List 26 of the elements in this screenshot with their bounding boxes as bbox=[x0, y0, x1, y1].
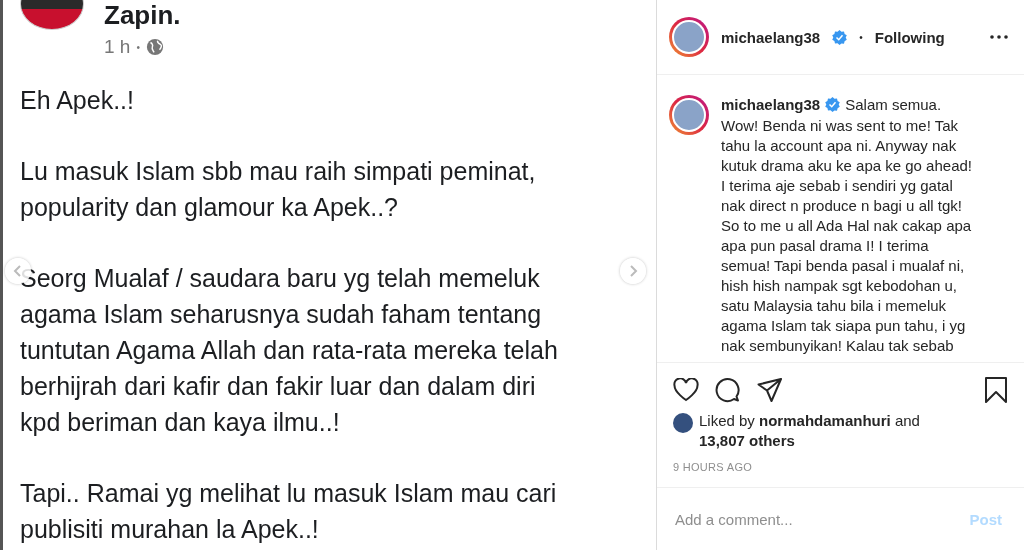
post-time: 1 h bbox=[104, 36, 131, 58]
avatar[interactable] bbox=[669, 17, 709, 57]
post-timestamp: 9 HOURS AGO bbox=[672, 460, 754, 475]
caption-first-line: Salam semua. bbox=[845, 95, 942, 115]
separator-dot: • bbox=[136, 41, 140, 53]
comment-icon[interactable] bbox=[715, 377, 741, 403]
post-paragraph: Lu masuk Islam sbb mau raih simpati peminat, popularity dan glamour ka Apek..? bbox=[20, 156, 536, 223]
bookmark-icon[interactable] bbox=[984, 377, 1008, 403]
following-button[interactable]: Following bbox=[874, 28, 945, 46]
username[interactable]: michaelang38 bbox=[721, 28, 821, 46]
liker-avatar bbox=[673, 413, 693, 433]
post-paragraph: Eh Apek..! bbox=[20, 85, 134, 116]
caption-text: Wow! Benda ni was sent to me! Tak tahu la account apa ni. Anyway nak kutuk drama aku ke apa ke go ahead! I terima aje sebab i sendiri yg gatal nak direct n produce n bagi u all tgk! So to me u all Ada Hal nak cakap apa apa pun pasal drama I! I terima semua! Tapi benda pasal i mualaf ni, hish hish nampak sgt kebodohan u, satu Malaysia tahu bila i memeluk agama Islam tak siapa pun tahu, i yg nak sembunyikan! Kalau tak sebab bbox=[721, 116, 972, 356]
share-icon[interactable] bbox=[757, 377, 783, 403]
post-paragraph: Tapi.. Ramai yg melihat lu masuk Islam mau cari publisiti murahan la Apek..! bbox=[20, 478, 557, 545]
author-name: Zapin. bbox=[104, 0, 181, 30]
chevron-right-icon bbox=[628, 265, 638, 277]
chevron-left-icon bbox=[13, 265, 23, 277]
post-paragraph: Seorg Mualaf / saudara baru yg telah memeluk agama Islam seharusnya sudah faham tentang tuntutan Agama Allah dan rata-rata mereka telah berhijrah dari kafir dan fakir luar dan dalam diri kpd beriman dan kaya ilmu..! bbox=[20, 263, 558, 438]
likes-text: Liked by normahdamanhuri and 13,807 others bbox=[699, 411, 920, 451]
heart-icon[interactable] bbox=[673, 378, 699, 402]
avatar[interactable] bbox=[669, 95, 709, 135]
globe-icon bbox=[145, 38, 164, 56]
more-options-icon[interactable] bbox=[990, 35, 1008, 39]
username[interactable]: michaelang38 bbox=[721, 95, 821, 115]
separator-dot: • bbox=[859, 31, 863, 43]
